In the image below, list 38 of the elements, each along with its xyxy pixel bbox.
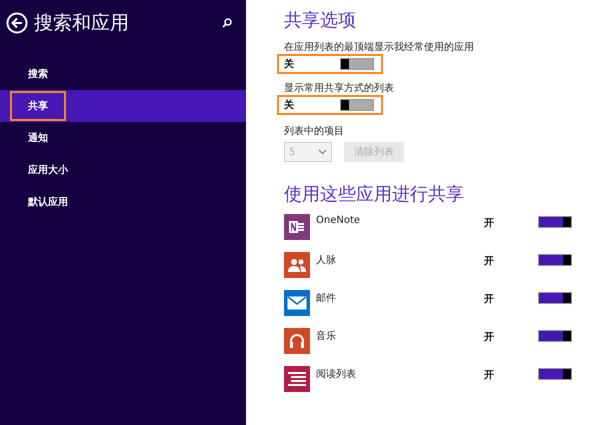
setting-label: 列表中的项目: [284, 124, 345, 138]
toggle-switch[interactable]: [340, 58, 374, 70]
toggle-state: 开: [484, 369, 495, 383]
toggle-switch[interactable]: [340, 99, 374, 111]
toggle-state: 关: [284, 98, 295, 112]
app-name: 音乐: [316, 330, 337, 344]
toggle-switch[interactable]: [538, 368, 572, 380]
toggle-state: 关: [284, 58, 295, 71]
app-name: 人脉: [316, 254, 337, 268]
envelope-icon: [287, 296, 307, 310]
toggle-state: 开: [484, 331, 495, 345]
nav-item[interactable]: 通知: [0, 122, 246, 154]
section-heading: 使用这些应用进行共享: [284, 183, 465, 206]
notebook-icon: [288, 218, 306, 236]
headphones-icon: [289, 333, 305, 349]
toggle-state: 开: [484, 217, 495, 231]
toggle-switch[interactable]: [538, 216, 572, 228]
nav-item[interactable]: 共享: [0, 90, 246, 122]
toggle-state: 开: [484, 293, 495, 307]
toggle-switch[interactable]: [538, 254, 572, 266]
app-name: OneNote: [316, 214, 362, 228]
nav-item[interactable]: 搜索: [0, 58, 246, 90]
section-heading: 共享选项: [284, 9, 357, 32]
people-icon: [288, 257, 306, 273]
toggle-state: 开: [484, 255, 495, 269]
setting-label: 显示常用共享方式的列表: [284, 82, 395, 95]
toggle-switch[interactable]: [538, 292, 572, 304]
toggle-switch[interactable]: [538, 330, 572, 342]
nav-item[interactable]: 应用大小: [0, 154, 246, 186]
setting-label: 在应用列表的最顶端显示我经常使用的应用: [284, 40, 475, 54]
page-title: 搜索和应用: [34, 11, 130, 36]
nav-item[interactable]: 默认应用: [0, 186, 246, 218]
back-icon[interactable]: [6, 12, 28, 34]
app-name: 邮件: [316, 292, 337, 306]
lines-icon: [288, 372, 306, 386]
search-icon[interactable]: [222, 18, 232, 28]
chevron-icon: [318, 149, 327, 155]
app-name: 阅读列表: [316, 368, 357, 382]
